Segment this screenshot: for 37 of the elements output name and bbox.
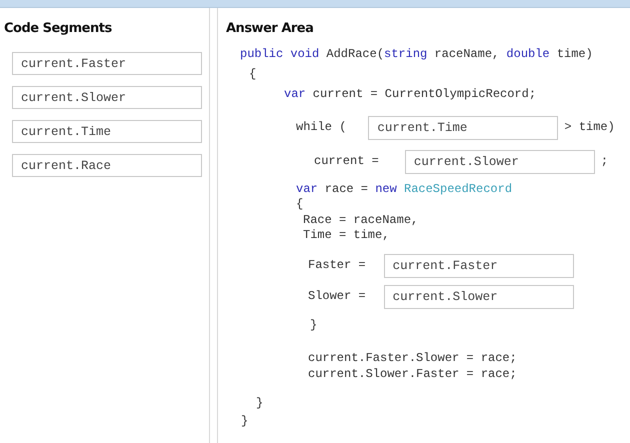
code-keyword: double <box>506 46 550 62</box>
code-text: time) <box>556 46 593 62</box>
code-keyword: public void <box>240 46 320 62</box>
code-segment-tile[interactable]: current.Time <box>12 120 202 142</box>
panel-title: Answer Area <box>226 20 314 38</box>
code-text: AddRace( <box>326 46 384 62</box>
code-text: while ( <box>296 120 346 135</box>
answer-slot[interactable]: current.Slower <box>404 150 595 174</box>
code-text: } <box>310 318 318 332</box>
code-keyword: var <box>284 86 306 102</box>
code-keyword: string <box>384 46 428 62</box>
code-keyword: new <box>375 182 397 196</box>
type-name: RaceSpeedRecord <box>404 182 512 196</box>
answer-slot[interactable]: current.Time <box>368 116 558 140</box>
code-text: } <box>241 414 248 428</box>
code-keyword: var <box>296 182 318 196</box>
code-segment-tile[interactable]: current.Slower <box>12 86 202 108</box>
code-text: { <box>296 196 304 212</box>
code-text: race = <box>324 182 368 196</box>
code-segment-tile[interactable]: current.Faster <box>12 52 202 74</box>
code-text: current = <box>314 154 379 169</box>
answer-slot[interactable]: current.Faster <box>384 254 574 278</box>
code-text: Faster = <box>308 258 366 273</box>
code-text: > time) <box>564 120 615 135</box>
panel-title: Code Segments <box>3 20 113 38</box>
code-text: ; <box>600 154 608 169</box>
code-text: } <box>256 396 264 410</box>
code-text: raceName, <box>434 46 500 62</box>
answer-slot[interactable]: current.Slower <box>384 284 574 308</box>
code-text: { <box>249 66 256 82</box>
code-text: Time = time, <box>303 228 390 242</box>
code-text: Race = raceName, <box>303 212 418 228</box>
code-text: Slower = <box>308 289 366 304</box>
code-segment-tile[interactable]: current.Race <box>12 154 202 176</box>
code-text: current.Faster.Slower = race; <box>308 350 517 366</box>
code-text: current = CurrentOlympicRecord; <box>312 86 536 102</box>
code-text: current.Slower.Faster = race; <box>308 366 517 382</box>
